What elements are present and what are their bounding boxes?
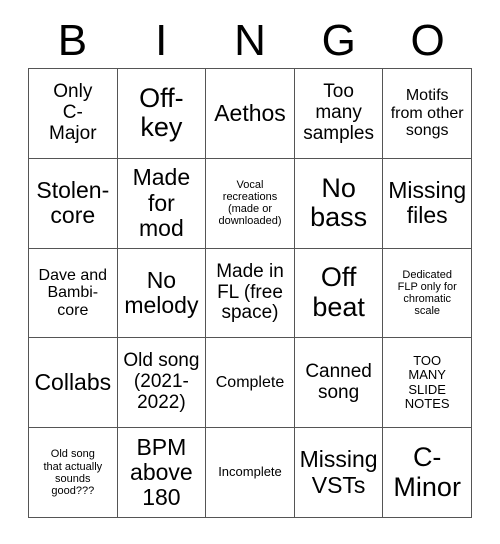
bingo-cell-r2c4[interactable]: No bass: [294, 158, 384, 249]
bingo-cell-label: Incomplete: [218, 464, 282, 480]
bingo-cell-r5c2[interactable]: BPM above 180: [117, 428, 207, 518]
bingo-cell-label: No bass: [310, 172, 368, 233]
bingo-cell-label: Stolen- core: [36, 176, 110, 229]
bingo-cell-r5c1[interactable]: Old song that actually sounds good???: [29, 428, 118, 518]
bingo-cell-label: BPM above 180: [130, 433, 193, 511]
bingo-header-letter-g: G: [321, 16, 356, 65]
bingo-cell-r4c1[interactable]: Collabs: [29, 338, 118, 429]
bingo-cell-r1c4[interactable]: Too many samples: [294, 69, 384, 159]
bingo-cell-r1c2[interactable]: Off- key: [117, 69, 207, 159]
bingo-cell-r5c3[interactable]: Incomplete: [206, 428, 295, 518]
bingo-cell-r1c5[interactable]: Motifs from other songs: [383, 69, 472, 159]
bingo-cell-r2c1[interactable]: Stolen- core: [29, 158, 118, 249]
bingo-cell-label: Only C- Major: [49, 81, 97, 144]
bingo-cell-label: Too many samples: [303, 81, 374, 144]
bingo-cell-label: Missing files: [388, 176, 467, 229]
bingo-header-letter-i: I: [155, 16, 168, 65]
bingo-cell-label: Motifs from other songs: [390, 87, 464, 140]
bingo-cell-r2c2[interactable]: Made for mod: [117, 158, 207, 249]
bingo-cell-label: TOO MANY SLIDE NOTES: [404, 353, 450, 412]
bingo-header-letter-o: O: [410, 16, 445, 65]
bingo-cell-r1c1[interactable]: Only C- Major: [29, 69, 118, 159]
bingo-cell-r5c5[interactable]: C- Minor: [383, 428, 472, 518]
bingo-cell-r3c2[interactable]: No melody: [117, 248, 207, 339]
bingo-cell-r3c1[interactable]: Dave and Bambi- core: [29, 248, 118, 339]
bingo-cell-r4c5[interactable]: TOO MANY SLIDE NOTES: [383, 338, 472, 429]
bingo-cell-label: Off- key: [139, 82, 184, 143]
bingo-cell-label: Off beat: [312, 262, 365, 322]
bingo-cell-label: Collabs: [34, 369, 112, 396]
bingo-cell-r2c3[interactable]: Vocal recreations (made or downloaded): [206, 158, 295, 249]
bingo-cell-label: Vocal recreations (made or downloaded): [218, 179, 282, 228]
bingo-cell-label: No melody: [124, 266, 199, 318]
bingo-header: BINGO: [28, 14, 472, 68]
bingo-cell-r3c4[interactable]: Off beat: [294, 248, 384, 339]
bingo-cell-r2c5[interactable]: Missing files: [383, 158, 472, 249]
bingo-header-letter-b: B: [57, 16, 88, 65]
bingo-cell-r4c3[interactable]: Complete: [206, 338, 295, 429]
bingo-cell-r3c5[interactable]: Dedicated FLP only for chromatic scale: [383, 248, 472, 339]
bingo-cell-label: Old song (2021- 2022): [123, 350, 200, 414]
bingo-cell-r4c4[interactable]: Canned song: [294, 338, 384, 429]
bingo-grid: Only C- Major Off- key Aethos Too many samp…: [28, 68, 472, 518]
bingo-cell-label: Made for mod: [132, 164, 191, 241]
bingo-cell-label: Complete: [215, 373, 285, 391]
bingo-cell-r4c2[interactable]: Old song (2021- 2022): [117, 338, 207, 429]
bingo-cell-r3c3[interactable]: Made in FL (free space): [206, 248, 295, 339]
bingo-cell-label: Old song that actually sounds good???: [43, 448, 103, 497]
bingo-cell-label: Dave and Bambi- core: [38, 266, 108, 319]
bingo-cell-label: Missing VSTs: [299, 446, 378, 498]
bingo-header-letter-n: N: [234, 16, 266, 65]
bingo-cell-r5c4[interactable]: Missing VSTs: [294, 428, 384, 518]
bingo-cell-label: C- Minor: [393, 441, 461, 502]
bingo-cell-label: Canned song: [305, 360, 372, 403]
bingo-cell-label: Aethos: [214, 99, 286, 126]
bingo-cell-r1c3[interactable]: Aethos: [206, 69, 295, 159]
bingo-cell-label: Dedicated FLP only for chromatic scale: [397, 268, 457, 318]
bingo-cell-label: Made in FL (free space): [216, 260, 284, 324]
bingo-card: B I N G O Only C- Major Off- key Aethos Too man…: [0, 0, 500, 544]
